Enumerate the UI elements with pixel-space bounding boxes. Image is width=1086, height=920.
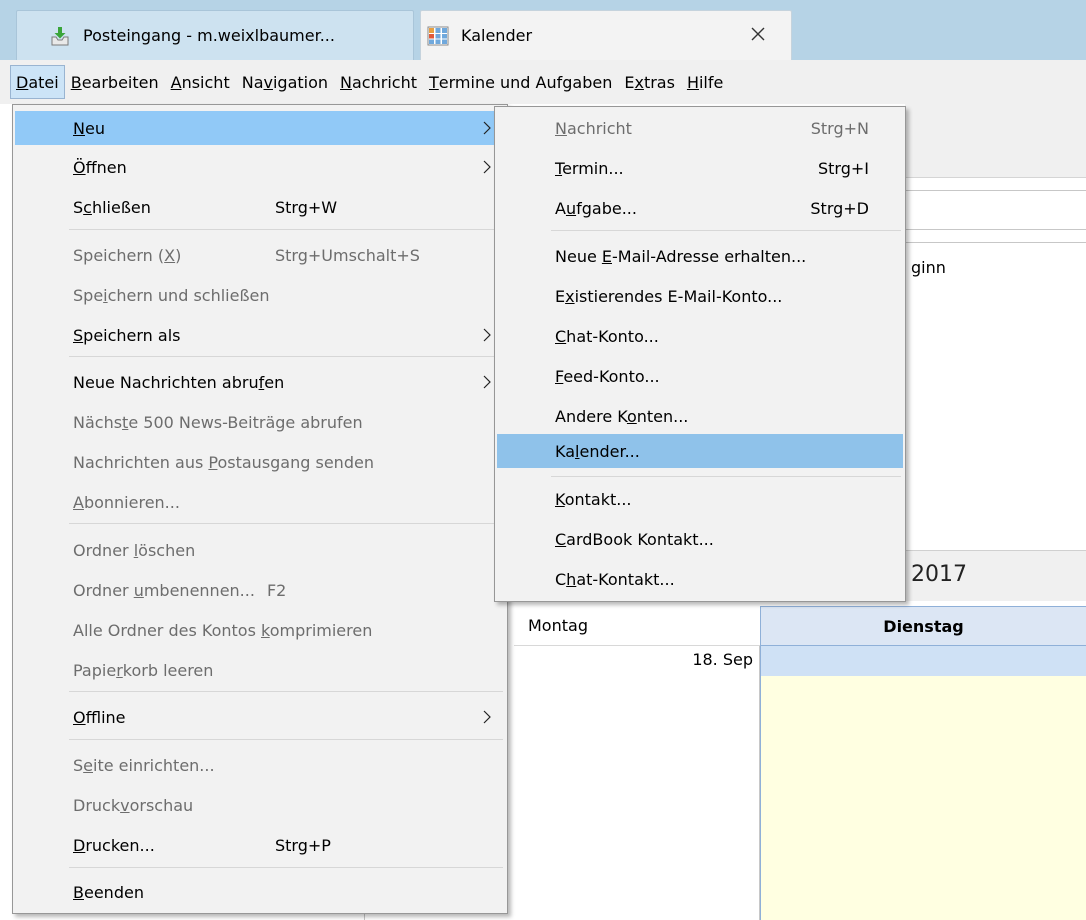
menu-separator xyxy=(69,523,503,524)
menu-separator xyxy=(551,230,901,231)
chevron-right-icon xyxy=(483,121,491,135)
menu-item-neue-nachrichten-abrufen[interactable]: Neue Nachrichten abrufen xyxy=(15,365,505,399)
menubar-item-bearbeiten[interactable]: Bearbeiten xyxy=(65,65,165,99)
menu-separator xyxy=(69,229,503,230)
menu-item-aufgabe[interactable]: Aufgabe... Strg+D xyxy=(497,191,903,225)
tab-kalender[interactable]: Kalender xyxy=(420,10,792,60)
day-column-dienstag-today[interactable] xyxy=(760,676,1086,920)
datei-menu: Neu Öffnen Schließen Strg+W Speichern (X… xyxy=(12,104,508,914)
menu-separator xyxy=(69,356,503,357)
toolbar xyxy=(905,104,1086,178)
menubar-item-ansicht[interactable]: Ansicht xyxy=(165,65,236,99)
menu-item-postausgang-senden[interactable]: Nachrichten aus Postausgang senden xyxy=(15,445,505,479)
menu-item-kalender[interactable]: Kalender... xyxy=(497,434,903,468)
close-icon[interactable] xyxy=(747,23,769,45)
shortcut-label: Strg+Umschalt+S xyxy=(275,245,420,265)
menu-item-speichern-als[interactable]: Speichern als xyxy=(15,318,505,352)
tab-posteingang[interactable]: Posteingang - m.weixlbaumer... xyxy=(16,10,414,60)
shortcut-label: Strg+N xyxy=(810,118,869,138)
menu-item-naechste-500[interactable]: Nächste 500 News-Beiträge abrufen xyxy=(15,405,505,439)
menu-separator xyxy=(69,867,503,868)
menu-item-existierendes-email-konto[interactable]: Existierendes E-Mail-Konto... xyxy=(497,279,903,313)
day-header-dienstag[interactable]: Dienstag xyxy=(760,606,1086,646)
menu-separator xyxy=(69,691,503,692)
menu-separator xyxy=(551,476,901,477)
menu-item-druckvorschau[interactable]: Druckvorschau xyxy=(15,788,505,822)
menu-separator xyxy=(69,739,503,740)
menubar-item-termine-und-aufgaben[interactable]: Termine und Aufgaben xyxy=(423,65,618,99)
shortcut-label: Strg+P xyxy=(275,835,331,855)
column-header-beginn: ginn xyxy=(911,258,946,277)
day-column-montag[interactable] xyxy=(514,676,760,920)
menu-item-neue-email-adresse[interactable]: Neue E-Mail-Adresse erhalten... xyxy=(497,239,903,273)
calendar-icon xyxy=(427,25,449,47)
menu-item-kontakt[interactable]: Kontakt... xyxy=(497,482,903,516)
shortcut-label: Strg+D xyxy=(810,198,869,218)
menubar-item-nachricht[interactable]: Nachricht xyxy=(334,65,423,99)
menu-item-ordner-umbenennen[interactable]: Ordner umbenennen... F2 xyxy=(15,573,505,607)
menubar-item-extras[interactable]: Ex tras xyxy=(618,65,681,99)
menu-item-schliessen[interactable]: Schließen Strg+W xyxy=(15,190,505,224)
menu-item-speichern[interactable]: Speichern (X) Strg+Umschalt+S xyxy=(15,238,505,272)
shortcut-label: Strg+W xyxy=(275,197,338,217)
search-input[interactable] xyxy=(905,190,1086,230)
menu-item-komprimieren[interactable]: Alle Ordner des Kontos komprimieren xyxy=(15,613,505,647)
neu-submenu: Nachricht Strg+N Termin... Strg+I Aufgab… xyxy=(494,106,906,602)
menu-item-termin[interactable]: Termin... Strg+I xyxy=(497,151,903,185)
menu-item-ordner-loeschen[interactable]: Ordner löschen xyxy=(15,533,505,567)
tab-bar: Posteingang - m.weixlbaumer... Kalender xyxy=(0,0,1086,60)
menu-item-speichern-und-schliessen[interactable]: Speichern und schließen xyxy=(15,278,505,312)
menu-item-drucken[interactable]: Drucken... Strg+P xyxy=(15,828,505,862)
tab-label: Posteingang - m.weixlbaumer... xyxy=(83,26,335,45)
chevron-right-icon xyxy=(483,710,491,724)
shortcut-label: Strg+I xyxy=(817,158,869,178)
inbox-download-icon xyxy=(49,25,71,47)
menu-item-seite-einrichten[interactable]: Seite einrichten... xyxy=(15,748,505,782)
menubar-item-navigation[interactable]: Na v igation xyxy=(236,65,334,99)
menu-item-cardbook-kontakt[interactable]: CardBook Kontakt... xyxy=(497,522,903,556)
menu-item-chat-konto[interactable]: Chat-Konto... xyxy=(497,319,903,353)
menubar-item-hilfe[interactable]: Hilfe xyxy=(681,65,729,99)
menu-bar: Datei Bearbeiten Ansicht Na v igation Nachrich… xyxy=(0,60,1086,104)
menu-item-abonnieren[interactable]: Abonnieren... xyxy=(15,485,505,519)
day-date-montag: 18. Sep xyxy=(514,646,760,676)
chevron-right-icon xyxy=(483,328,491,342)
day-header-montag[interactable]: Montag xyxy=(514,606,760,646)
event-list xyxy=(905,242,1086,543)
date-range-label: 2017 xyxy=(911,562,967,587)
menu-item-nachricht[interactable]: Nachricht Strg+N xyxy=(497,111,903,145)
menu-item-feed-konto[interactable]: Feed-Konto... xyxy=(497,359,903,393)
chevron-right-icon xyxy=(483,160,491,174)
menu-item-oeffnen[interactable]: Öffnen xyxy=(15,150,505,184)
menu-item-beenden[interactable]: Beenden xyxy=(15,875,505,909)
tab-label: Kalender xyxy=(461,26,533,45)
menu-item-chat-kontakt[interactable]: Chat-Kontakt... xyxy=(497,562,903,596)
menu-item-neu[interactable]: Neu xyxy=(15,111,505,145)
menu-item-andere-konten[interactable]: Andere Konten... xyxy=(497,399,903,433)
menubar-item-datei[interactable]: Datei xyxy=(10,65,65,99)
menu-item-papierkorb-leeren[interactable]: Papierkorb leeren xyxy=(15,653,505,687)
chevron-right-icon xyxy=(483,375,491,389)
day-date-dienstag xyxy=(760,646,1086,676)
menu-item-offline[interactable]: Offline xyxy=(15,700,505,734)
shortcut-label: F2 xyxy=(266,580,287,600)
